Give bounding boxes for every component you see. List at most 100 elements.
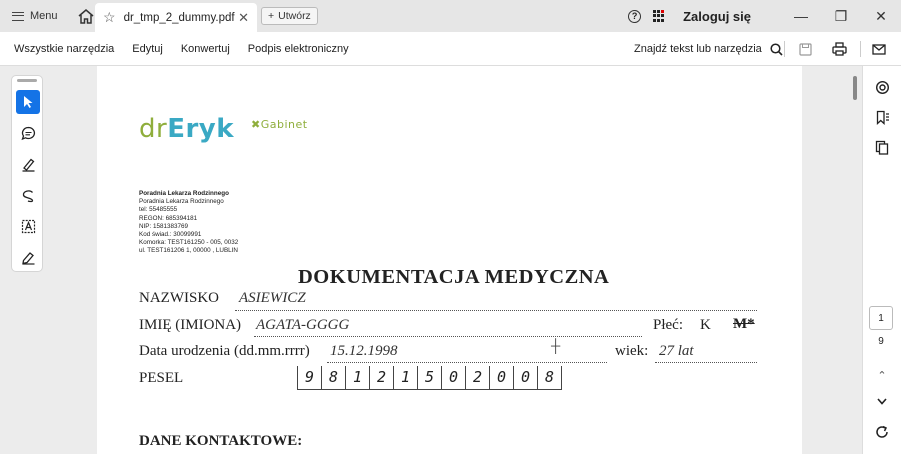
close-tab-icon[interactable]: ✕ bbox=[238, 10, 249, 26]
pdf-page[interactable]: drEryk ✖Gabinet Poradnia Lekarza Rodzinn… bbox=[97, 66, 802, 454]
clinic-details: Poradnia Lekarza Rodzinnego Poradnia Lek… bbox=[139, 190, 238, 256]
current-page-input[interactable]: 1 bbox=[869, 306, 893, 330]
window-controls: ? Zaloguj się — ❐ ✕ bbox=[628, 0, 901, 32]
comment-icon bbox=[20, 126, 35, 140]
create-label: Utwórz bbox=[278, 10, 311, 22]
page-down-icon[interactable] bbox=[873, 392, 891, 410]
print-icon[interactable] bbox=[831, 41, 847, 57]
tab-bar: Menu ☆ dr_tmp_2_dummy.pdf ✕ + Utwórz ? Z… bbox=[0, 0, 901, 32]
clinic-line: ul. TEST161206 1, 00000 , LUBLIN bbox=[139, 247, 238, 255]
highlight-tool[interactable] bbox=[16, 152, 40, 176]
star-icon[interactable]: ☆ bbox=[103, 9, 116, 26]
search-icon bbox=[770, 42, 783, 56]
main-toolbar: Wszystkie narzędzia Edytuj Konwertuj Pod… bbox=[0, 32, 901, 66]
ai-assistant-icon[interactable] bbox=[873, 78, 891, 96]
pesel-digit: 8 bbox=[538, 366, 562, 389]
dotted-line bbox=[235, 310, 757, 311]
menu-e-sign[interactable]: Podpis elektroniczny bbox=[248, 43, 349, 55]
crosshair-cursor-icon: ┼ bbox=[551, 338, 561, 353]
clinic-line: Komorka: TEST161250 - 005, 0032 bbox=[139, 239, 239, 247]
dotted-line bbox=[254, 336, 642, 337]
pesel-digit: 0 bbox=[514, 366, 538, 389]
toolbar-divider bbox=[784, 41, 785, 57]
freehand-icon bbox=[22, 189, 33, 202]
name-value: AGATA-GGGG bbox=[256, 317, 350, 333]
right-rail: 1 9 ⌃ bbox=[862, 66, 901, 454]
scrollbar-thumb[interactable] bbox=[853, 76, 857, 100]
tab-title: dr_tmp_2_dummy.pdf bbox=[123, 11, 235, 24]
email-icon[interactable] bbox=[871, 41, 887, 57]
find-tools-search[interactable]: Znajdź tekst lub narzędzia bbox=[634, 32, 783, 66]
pesel-digit: 1 bbox=[394, 366, 418, 389]
comment-tool[interactable] bbox=[16, 121, 40, 145]
menu-label: Menu bbox=[30, 10, 58, 22]
drag-handle[interactable] bbox=[17, 79, 37, 82]
birth-label: Data urodzenia (dd.mm.rrrr) bbox=[139, 343, 310, 359]
pesel-digit: 9 bbox=[298, 366, 322, 389]
refresh-icon[interactable] bbox=[873, 423, 891, 441]
save-icon[interactable] bbox=[797, 41, 813, 57]
clinic-line: tel: 55485555 bbox=[139, 206, 178, 214]
toolbar-divider-2 bbox=[860, 41, 861, 57]
document-title: DOKUMENTACJA MEDYCZNA bbox=[298, 266, 610, 288]
age-value: 27 lat bbox=[659, 343, 694, 359]
search-label: Znajdź tekst lub narzędzia bbox=[634, 43, 762, 55]
clinic-line: Poradnia Lekarza Rodzinnego bbox=[139, 198, 224, 206]
clinic-line: REGON: 685394181 bbox=[139, 214, 198, 222]
login-button[interactable]: Zaloguj się bbox=[683, 9, 751, 24]
dotted-line bbox=[655, 362, 757, 363]
document-tab[interactable]: ☆ dr_tmp_2_dummy.pdf ✕ bbox=[95, 3, 257, 32]
pesel-digit: 0 bbox=[442, 366, 466, 389]
clinic-line: NIP: 1581383769 bbox=[139, 222, 189, 230]
sex-option-m: M* bbox=[733, 316, 755, 332]
pesel-digit: 1 bbox=[346, 366, 370, 389]
contact-section-heading: DANE KONTAKTOWE: bbox=[139, 433, 303, 449]
home-icon bbox=[78, 8, 94, 24]
sign-tool[interactable] bbox=[16, 245, 40, 269]
pesel-digit: 2 bbox=[370, 366, 394, 389]
draw-tool[interactable] bbox=[16, 183, 40, 207]
menu-button[interactable]: Menu bbox=[0, 0, 68, 32]
logo-gabinet: ✖Gabinet bbox=[251, 118, 308, 131]
clinic-line: Kod świad.: 30099991 bbox=[139, 231, 202, 239]
select-tool[interactable] bbox=[16, 90, 40, 114]
dotted-line bbox=[327, 362, 607, 363]
create-button[interactable]: + Utwórz bbox=[261, 7, 318, 25]
pesel-digit: 2 bbox=[466, 366, 490, 389]
sex-option-k: K bbox=[700, 317, 711, 333]
birth-value: 15.12.1998 bbox=[330, 343, 398, 359]
logo-eryk: Eryk bbox=[167, 114, 235, 144]
restore-icon[interactable]: ❐ bbox=[821, 8, 861, 25]
surname-label: NAZWISKO bbox=[139, 290, 219, 306]
pesel-label: PESEL bbox=[139, 370, 184, 386]
plus-icon: + bbox=[268, 10, 275, 22]
apps-grid-icon[interactable] bbox=[653, 10, 665, 22]
scroll-gutter bbox=[802, 66, 862, 454]
text-box-tool[interactable] bbox=[16, 214, 40, 238]
menu-edit[interactable]: Edytuj bbox=[132, 43, 163, 55]
page-up-icon[interactable]: ⌃ bbox=[873, 366, 891, 384]
close-window-icon[interactable]: ✕ bbox=[861, 8, 901, 25]
menu-all-tools[interactable]: Wszystkie narzędzia bbox=[14, 43, 114, 55]
pesel-digit: 0 bbox=[490, 366, 514, 389]
quick-tools bbox=[11, 75, 43, 272]
pesel-digit: 5 bbox=[418, 366, 442, 389]
clinic-logo: drEryk ✖Gabinet bbox=[139, 114, 307, 144]
pages-icon[interactable] bbox=[873, 138, 891, 156]
menu-convert[interactable]: Konwertuj bbox=[181, 43, 230, 55]
minimize-icon[interactable]: — bbox=[781, 8, 821, 24]
pesel-digit: 8 bbox=[322, 366, 346, 389]
surname-value: ASIEWICZ bbox=[239, 290, 306, 306]
bookmarks-icon[interactable] bbox=[873, 108, 891, 126]
signature-icon bbox=[21, 251, 34, 265]
help-icon[interactable]: ? bbox=[628, 9, 642, 23]
logo-dr: dr bbox=[139, 114, 168, 144]
pen-icon bbox=[22, 158, 34, 172]
text-box-icon bbox=[21, 219, 35, 233]
hamburger-icon bbox=[12, 11, 24, 21]
cursor-icon bbox=[24, 96, 33, 108]
clinic-line: Poradnia Lekarza Rodzinnego bbox=[139, 190, 229, 197]
left-panel bbox=[0, 66, 97, 454]
total-pages: 9 bbox=[878, 336, 884, 347]
sex-label: Płeć: bbox=[653, 317, 683, 333]
